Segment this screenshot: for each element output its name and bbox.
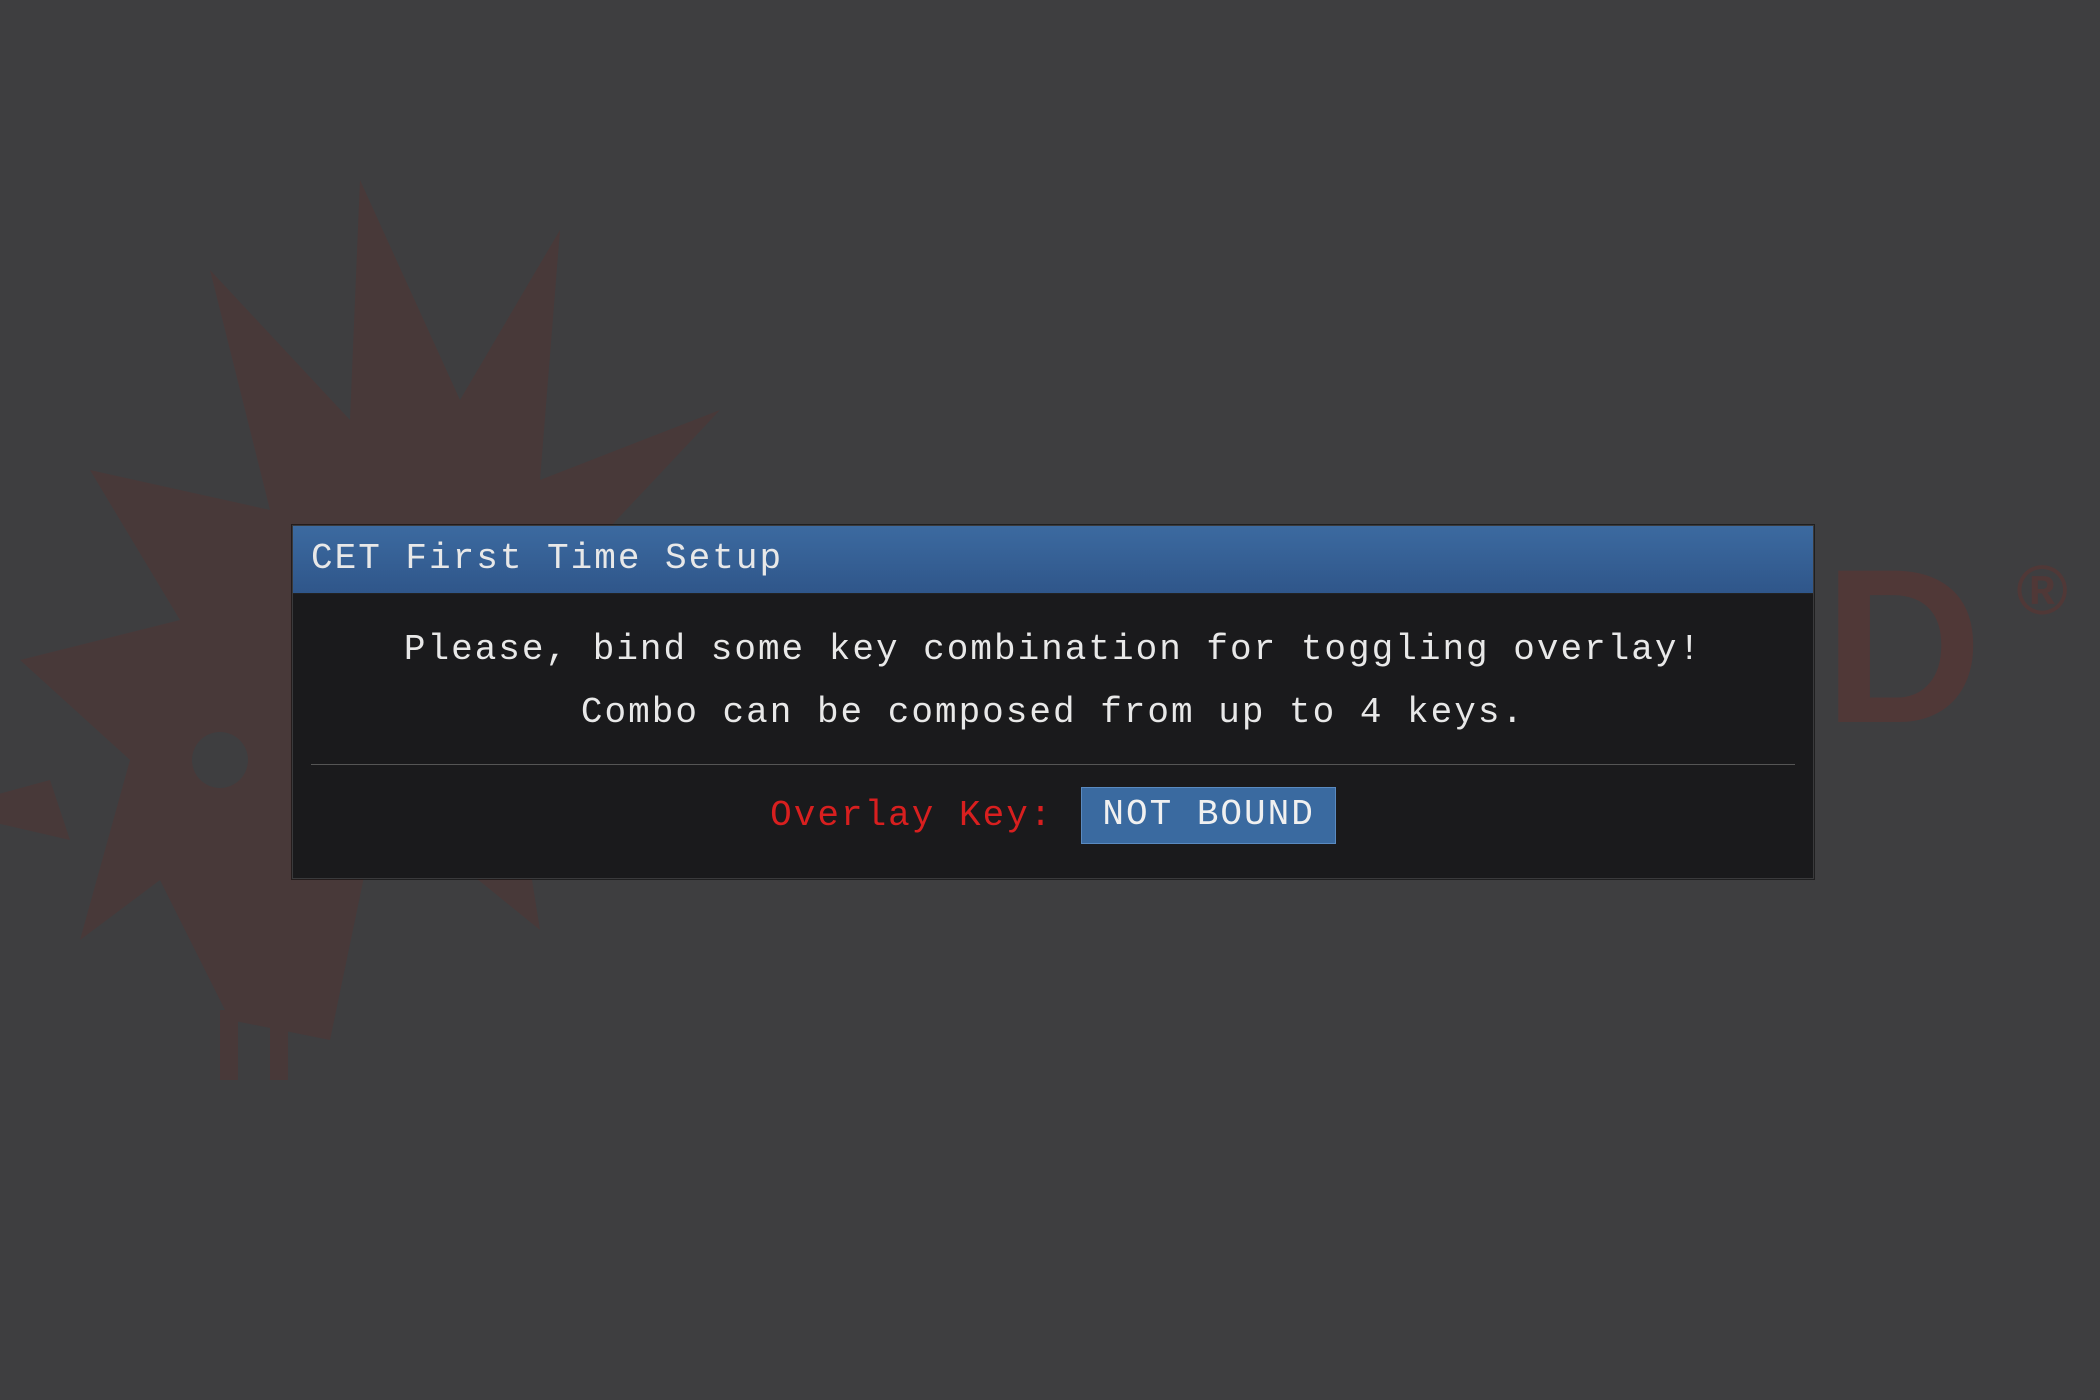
instruction-line-2: Combo can be composed from up to 4 keys. (581, 692, 1525, 733)
dialog-body: Please, bind some key combination for to… (293, 594, 1813, 878)
first-time-setup-dialog: CET First Time Setup Please, bind some k… (292, 525, 1814, 879)
overlay-key-label: Overlay Key: (770, 795, 1053, 836)
overlay-key-bind-button[interactable]: NOT BOUND (1081, 787, 1335, 844)
overlay-key-row: Overlay Key: NOT BOUND (311, 783, 1795, 848)
instruction-line-1: Please, bind some key combination for to… (404, 629, 1702, 670)
instruction-text: Please, bind some key combination for to… (311, 618, 1795, 764)
dialog-title: CET First Time Setup (311, 538, 783, 579)
separator (311, 764, 1795, 765)
trademark-symbol: ® (2016, 551, 2096, 629)
dialog-titlebar[interactable]: CET First Time Setup (293, 526, 1813, 594)
